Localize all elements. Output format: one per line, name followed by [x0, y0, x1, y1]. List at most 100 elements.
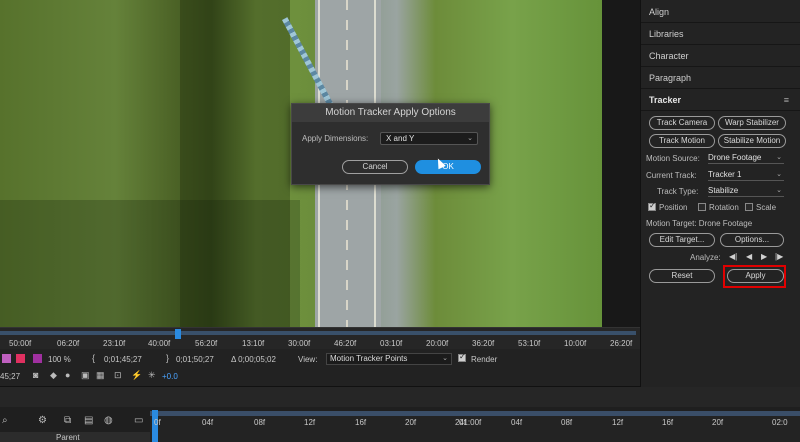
motion-tracker-apply-dialog: Motion Tracker Apply Options Apply Dimen… — [291, 103, 490, 185]
analyze-label: Analyze: — [690, 253, 721, 262]
dialog-title: Motion Tracker Apply Options — [292, 104, 489, 122]
render-label: Render — [471, 355, 498, 364]
current-time-readout[interactable]: 45;27 — [0, 372, 20, 381]
timeline-tick: 20f — [712, 418, 724, 427]
panel-menu-icon[interactable]: ≡ — [784, 90, 789, 111]
time-end[interactable]: 0;01;50;27 — [176, 355, 214, 364]
panel-item-character[interactable]: Character — [641, 46, 800, 67]
right-panel: Align Libraries Character Paragraph Trac… — [640, 0, 800, 387]
motion-source-dropdown[interactable]: Drone Footage ⌄ — [708, 152, 784, 164]
cancel-button[interactable]: Cancel — [342, 160, 408, 174]
chevron-down-icon: ⌄ — [467, 135, 473, 142]
motion-blur-icon[interactable]: ◍ — [104, 415, 113, 426]
apply-dimensions-select[interactable]: X and Y ⌄ — [380, 132, 478, 145]
timeline-tick: 08f — [561, 418, 573, 427]
motion-target-text: Motion Target: Drone Footage — [646, 219, 753, 228]
ruler-tick: 40:00f — [148, 339, 171, 348]
graph-editor-icon[interactable]: ▭ — [134, 415, 143, 426]
analyze-backward-icon[interactable]: ◀ — [746, 252, 752, 261]
ruler-tick: 36:20f — [472, 339, 495, 348]
timeline-tick: 02:0 — [772, 418, 788, 427]
color-swatch[interactable] — [2, 354, 11, 363]
analyze-forward-icon[interactable]: ▶ — [761, 252, 767, 261]
time-start[interactable]: 0;01;45;27 — [104, 355, 142, 364]
warp-stabilizer-button[interactable]: Warp Stabilizer — [718, 116, 786, 130]
track-camera-button[interactable]: Track Camera — [649, 116, 715, 130]
exposure-reset-icon[interactable]: ✳ — [148, 370, 156, 381]
current-track-dropdown[interactable]: Tracker 1 ⌄ — [708, 169, 784, 181]
ruler-tick: 56:20f — [195, 339, 218, 348]
timeline-work-area[interactable] — [150, 411, 800, 416]
position-checkbox[interactable] — [648, 201, 656, 211]
draft-3d-icon[interactable]: ⊡ — [114, 370, 122, 381]
current-track-label: Current Track: — [646, 171, 697, 180]
viewer-side-strip — [602, 0, 640, 327]
ok-button[interactable]: OK — [415, 160, 481, 174]
layer-row[interactable]: Parent — [0, 432, 150, 442]
reset-button[interactable]: Reset — [649, 269, 715, 283]
view-select[interactable]: Motion Tracker Points ⌄ — [326, 353, 452, 365]
draft-3d-icon[interactable]: ⧉ — [64, 415, 71, 426]
timeline-tick: 04f — [511, 418, 523, 427]
track-type-label: Track Type: — [657, 187, 699, 196]
analyze-back-frame-icon[interactable]: ◀| — [729, 252, 737, 261]
fast-preview-icon[interactable]: ⚡ — [131, 370, 142, 381]
timeline-tick: 01:00f — [459, 418, 482, 427]
analyze-forward-frame-icon[interactable]: |▶ — [775, 252, 783, 261]
edit-target-button[interactable]: Edit Target... — [649, 233, 715, 247]
chevron-down-icon: ⌄ — [776, 154, 782, 161]
viewer-control-bar — [0, 349, 640, 367]
timeline-tick: 16f — [355, 418, 367, 427]
options-button[interactable]: Options... — [720, 233, 784, 247]
apply-dimensions-label: Apply Dimensions: — [302, 134, 369, 143]
rotation-checkbox[interactable] — [698, 203, 706, 211]
render-checkbox[interactable] — [458, 352, 466, 362]
transparency-grid-icon[interactable]: ▦ — [96, 370, 105, 381]
out-point-icon[interactable]: } — [166, 353, 169, 363]
chevron-down-icon: ⌄ — [776, 187, 782, 194]
composition-flowchart-icon[interactable]: ⚙ — [38, 415, 47, 426]
ruler-tick: 46:20f — [334, 339, 357, 348]
panel-item-paragraph[interactable]: Paragraph — [641, 68, 800, 89]
zoom-level[interactable]: 100 % — [48, 355, 71, 364]
timeline-tick: 04f — [202, 418, 214, 427]
stabilize-motion-button[interactable]: Stabilize Motion — [718, 134, 786, 148]
chevron-down-icon: ⌄ — [442, 355, 448, 362]
work-area-bar[interactable] — [0, 331, 636, 335]
scale-checkbox[interactable] — [745, 203, 753, 211]
frame-blending-icon[interactable]: ▤ — [84, 415, 93, 426]
track-type-value: Stabilize — [708, 186, 739, 195]
ruler-tick: 13:10f — [242, 339, 265, 348]
playhead-handle[interactable] — [175, 329, 181, 339]
ruler-tick: 10:00f — [564, 339, 587, 348]
rotation-label: Rotation — [709, 203, 739, 212]
apply-dimensions-value: X and Y — [386, 134, 415, 143]
search-icon[interactable]: ⌕ — [2, 415, 8, 426]
panel-item-libraries[interactable]: Libraries — [641, 24, 800, 45]
tracker-panel-header[interactable]: Tracker ≡ — [641, 90, 800, 111]
in-point-icon[interactable]: { — [92, 353, 95, 363]
current-track-value: Tracker 1 — [708, 170, 742, 179]
position-label: Position — [659, 203, 688, 212]
region-of-interest-icon[interactable]: ▣ — [81, 370, 90, 381]
ruler-tick: 30:00f — [288, 339, 311, 348]
camera-snapshot-icon[interactable]: ◙ — [33, 370, 38, 380]
ruler-tick: 26:20f — [610, 339, 633, 348]
view-label: View: — [298, 355, 318, 364]
track-type-dropdown[interactable]: Stabilize ⌄ — [708, 185, 784, 197]
track-motion-button[interactable]: Track Motion — [649, 134, 715, 148]
tracker-panel-title: Tracker — [649, 95, 682, 105]
ruler-tick: 53:10f — [518, 339, 541, 348]
exposure-value[interactable]: +0.0 — [162, 372, 178, 381]
time-delta: Δ 0;00;05;02 — [231, 355, 276, 364]
ruler-tick: 23:10f — [103, 339, 126, 348]
timeline-tick: 20f — [405, 418, 417, 427]
channel-icon[interactable]: ● — [65, 370, 70, 380]
color-swatch[interactable] — [16, 354, 25, 363]
chevron-down-icon: ⌄ — [776, 171, 782, 178]
color-swatch[interactable] — [33, 354, 42, 363]
panel-item-align[interactable]: Align — [641, 2, 800, 23]
show-snapshot-icon[interactable]: ◆ — [50, 370, 57, 381]
timeline-tick: 16f — [662, 418, 674, 427]
timeline-tick: 0f — [154, 418, 161, 427]
